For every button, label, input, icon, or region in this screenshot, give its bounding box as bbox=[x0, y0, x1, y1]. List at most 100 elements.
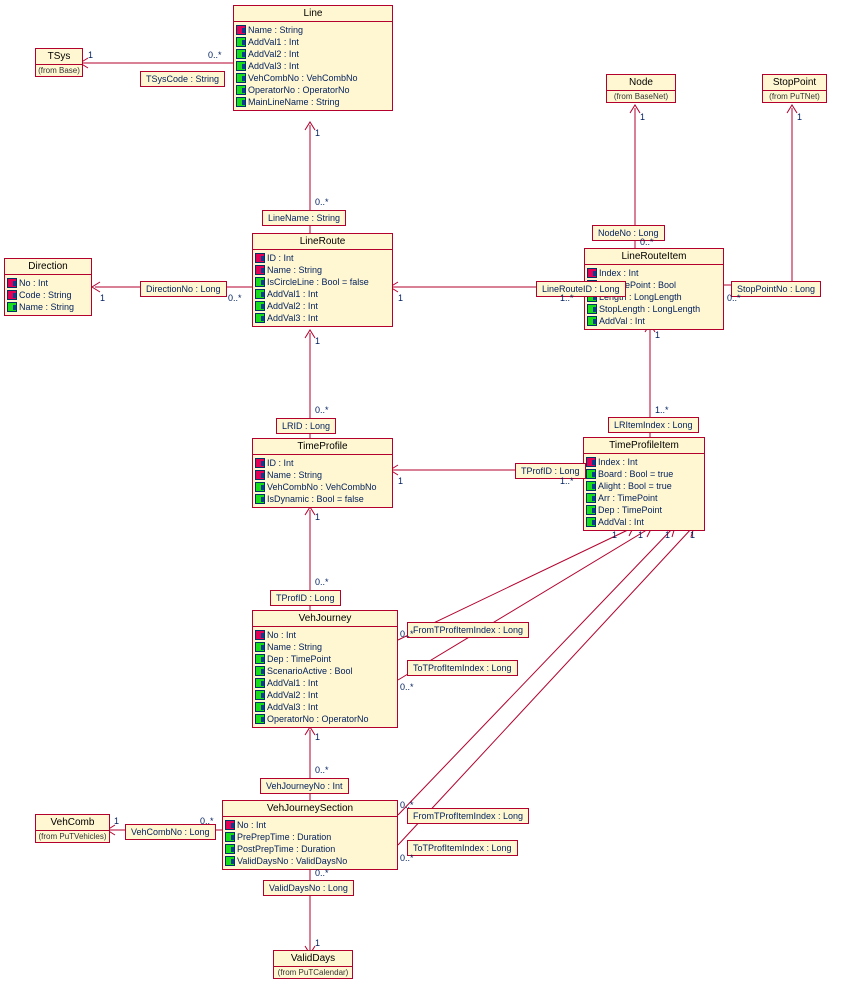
key-icon bbox=[255, 265, 265, 275]
mult: 1 bbox=[797, 112, 802, 122]
attr: Name : String bbox=[236, 24, 390, 36]
mult: 1 bbox=[655, 330, 660, 340]
attr-icon bbox=[255, 301, 265, 311]
attr: AddVal3 : Int bbox=[255, 312, 390, 324]
title-linerouteitem: LineRouteItem bbox=[585, 249, 723, 265]
attr: IsDynamic : Bool = false bbox=[255, 493, 390, 505]
title-vehjourney: VehJourney bbox=[253, 611, 397, 627]
attr: AddVal2 : Int bbox=[236, 48, 390, 60]
assoc-lrid: LRID : Long bbox=[276, 418, 336, 434]
attr: Arr : TimePoint bbox=[586, 492, 702, 504]
title-timeprofileitem: TimeProfileItem bbox=[584, 438, 704, 454]
mult: 0..* bbox=[208, 50, 222, 60]
mult: 0..* bbox=[400, 682, 414, 692]
assoc-tprofid2: TProfID : Long bbox=[270, 590, 341, 606]
attr-icon bbox=[587, 316, 597, 326]
attr-icon bbox=[236, 73, 246, 83]
mult: 1 bbox=[315, 732, 320, 742]
attr-icon bbox=[236, 85, 246, 95]
mult: 1 bbox=[114, 816, 119, 826]
assoc-stoppointno: StopPointNo : Long bbox=[731, 281, 821, 297]
attr: Name : String bbox=[255, 469, 390, 481]
mult: 0..* bbox=[727, 293, 741, 303]
mult: 1 bbox=[398, 293, 403, 303]
title-lineroute: LineRoute bbox=[253, 234, 392, 250]
body-vehjourney: No : Int Name : String Dep : TimePoint S… bbox=[253, 627, 397, 727]
class-vehjourney: VehJourney No : Int Name : String Dep : … bbox=[252, 610, 398, 728]
attr: Index : Int bbox=[586, 456, 702, 468]
body-timeprofileitem: Index : Int Board : Bool = true Alight :… bbox=[584, 454, 704, 530]
attr-icon bbox=[7, 302, 17, 312]
title-validdays: ValidDays bbox=[274, 951, 352, 967]
attr-icon bbox=[255, 702, 265, 712]
mult: 0..* bbox=[200, 816, 214, 826]
assoc-fromtprofitemindex: FromTProfItemIndex : Long bbox=[407, 622, 529, 638]
attr-icon bbox=[225, 832, 235, 842]
mult: 1..* bbox=[560, 293, 574, 303]
mult: 0..* bbox=[640, 237, 654, 247]
mult: 1..* bbox=[560, 476, 574, 486]
attr-icon bbox=[586, 505, 596, 515]
key-icon bbox=[255, 458, 265, 468]
attr: Name : String bbox=[255, 264, 390, 276]
title-stoppoint: StopPoint bbox=[763, 75, 826, 91]
attr-icon bbox=[255, 313, 265, 323]
mult: 1 bbox=[690, 530, 695, 540]
class-validdays: ValidDays (from PuTCalendar) bbox=[273, 950, 353, 979]
mult: 1 bbox=[315, 336, 320, 346]
key-icon bbox=[7, 290, 17, 300]
mult: 0..* bbox=[400, 800, 414, 810]
attr: IsCircleLine : Bool = false bbox=[255, 276, 390, 288]
assoc-vehjourneyno: VehJourneyNo : Int bbox=[260, 778, 349, 794]
attr-icon bbox=[236, 61, 246, 71]
class-direction: Direction No : Int Code : String Name : … bbox=[4, 258, 92, 316]
from-node: (from BaseNet) bbox=[607, 91, 675, 102]
attr: ValidDaysNo : ValidDaysNo bbox=[225, 855, 395, 867]
mult: 1 bbox=[640, 112, 645, 122]
class-timeprofile: TimeProfile ID : Int Name : String VehCo… bbox=[252, 438, 393, 508]
attr: MainLineName : String bbox=[236, 96, 390, 108]
attr: ScenarioActive : Bool bbox=[255, 665, 395, 677]
assoc-vehcombno: VehCombNo : Long bbox=[125, 824, 216, 840]
attr: VehCombNo : VehCombNo bbox=[236, 72, 390, 84]
mult: 1 bbox=[315, 128, 320, 138]
assoc-fromtprofitemindex2: FromTProfItemIndex : Long bbox=[407, 808, 529, 824]
title-line: Line bbox=[234, 6, 392, 22]
key-icon bbox=[586, 457, 596, 467]
attr-icon bbox=[236, 49, 246, 59]
attr-icon bbox=[225, 856, 235, 866]
attr: AddVal2 : Int bbox=[255, 689, 395, 701]
mult: 1 bbox=[638, 530, 643, 540]
title-node: Node bbox=[607, 75, 675, 91]
attr: AddVal : Int bbox=[587, 315, 721, 327]
key-icon bbox=[255, 630, 265, 640]
mult: 0..* bbox=[400, 853, 414, 863]
attr: Dep : TimePoint bbox=[586, 504, 702, 516]
mult: 1 bbox=[398, 476, 403, 486]
attr-icon bbox=[587, 304, 597, 314]
attr: Index : Int bbox=[587, 267, 721, 279]
attr: Dep : TimePoint bbox=[255, 653, 395, 665]
title-direction: Direction bbox=[5, 259, 91, 275]
class-stoppoint: StopPoint (from PuTNet) bbox=[762, 74, 827, 103]
mult: 0..* bbox=[315, 577, 329, 587]
attr: No : Int bbox=[225, 819, 395, 831]
assoc-linename: LineName : String bbox=[262, 210, 346, 226]
attr-icon bbox=[586, 469, 596, 479]
class-vehjourneysection: VehJourneySection No : Int PrePrepTime :… bbox=[222, 800, 398, 870]
attr: AddVal : Int bbox=[586, 516, 702, 528]
key-icon bbox=[7, 278, 17, 288]
assoc-tprofid: TProfID : Long bbox=[515, 463, 586, 479]
attr: PostPrepTime : Duration bbox=[225, 843, 395, 855]
attr-icon bbox=[236, 97, 246, 107]
attr-icon bbox=[586, 481, 596, 491]
class-vehcomb: VehComb (from PuTVehicles) bbox=[35, 814, 110, 843]
attr-icon bbox=[236, 37, 246, 47]
key-icon bbox=[255, 253, 265, 263]
attr: PrePrepTime : Duration bbox=[225, 831, 395, 843]
mult: 1 bbox=[315, 512, 320, 522]
assoc-directionno: DirectionNo : Long bbox=[140, 281, 227, 297]
attr-icon bbox=[255, 289, 265, 299]
attr: VehCombNo : VehCombNo bbox=[255, 481, 390, 493]
body-line: Name : String AddVal1 : Int AddVal2 : In… bbox=[234, 22, 392, 110]
